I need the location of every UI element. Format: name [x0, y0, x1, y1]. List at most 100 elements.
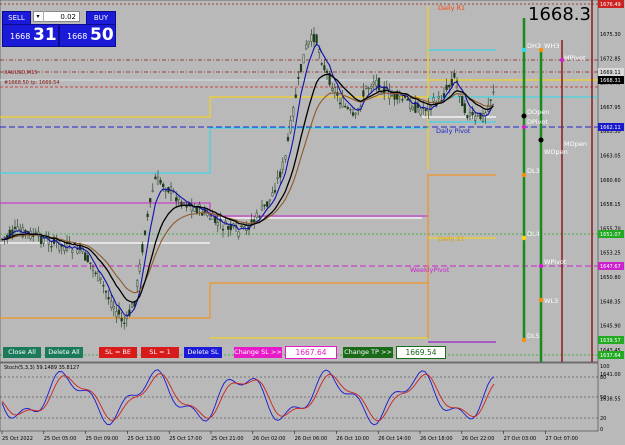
- sell-price-button[interactable]: 1668 31: [2, 24, 59, 47]
- price-tick-label: 1658.15: [600, 202, 621, 208]
- time-tick-label: 26 Oct 10:00: [336, 436, 369, 442]
- candle-body: [390, 95, 394, 97]
- candle-body: [474, 116, 477, 121]
- candle-body: [333, 87, 336, 93]
- wpivot-label: WPivot: [544, 258, 567, 266]
- buy-button[interactable]: BUY: [86, 11, 116, 25]
- sl-one-button[interactable]: SL = 1: [141, 347, 179, 358]
- candle-body: [255, 212, 258, 218]
- delete-all-button[interactable]: Delete All: [45, 347, 83, 358]
- candle-body: [445, 84, 448, 90]
- tp-value-field[interactable]: 1669.54: [396, 346, 446, 359]
- time-tick-label: 25 Oct 2022: [2, 436, 33, 442]
- time-tick-label: 26 Oct 22:00: [462, 436, 495, 442]
- price-tag-label: 1662.11: [600, 125, 621, 131]
- candle-body: [227, 226, 230, 230]
- price-chart[interactable]: Daily R1 Daily Pivot Daily S1 WeeklyPivo…: [0, 0, 625, 445]
- candle-body: [419, 108, 422, 115]
- candle-body: [297, 76, 300, 79]
- candle-body: [208, 218, 212, 220]
- candle-body: [302, 54, 305, 64]
- stochastic-tick-label: 20: [600, 416, 606, 422]
- candle-body: [164, 190, 167, 192]
- time-tick-label: 25 Oct 05:00: [44, 436, 77, 442]
- candle-body: [141, 244, 144, 253]
- price-tag-label: 1647.67: [600, 264, 621, 270]
- candle-body: [97, 271, 100, 282]
- candle-body: [351, 112, 355, 116]
- candle-body: [268, 199, 271, 202]
- candle-body: [284, 155, 287, 160]
- current-price-display: 1668.3: [528, 4, 591, 25]
- time-tick-label: 26 Oct 18:00: [420, 436, 453, 442]
- candle-body: [250, 219, 253, 223]
- candle-body: [463, 103, 466, 113]
- candle-body: [112, 306, 115, 309]
- candle-body: [346, 107, 349, 109]
- candle-body: [286, 136, 290, 141]
- candle-body: [138, 263, 141, 272]
- candle-body: [331, 88, 334, 91]
- candle-body: [237, 231, 240, 238]
- price-tick-label: 1645.90: [600, 324, 621, 330]
- candle-body: [276, 177, 279, 179]
- wopen-label: WOpen: [544, 148, 568, 156]
- price-tag-label: 1668.31: [600, 78, 621, 84]
- candle-body: [89, 262, 92, 264]
- candle-body: [177, 195, 180, 201]
- price-tag-label: 1639.57: [600, 338, 621, 344]
- sell-button[interactable]: SELL: [2, 11, 31, 25]
- candle-body: [367, 87, 370, 90]
- change-sl-button[interactable]: Change SL >>: [234, 347, 282, 358]
- candle-body: [104, 290, 108, 293]
- candle-body: [149, 198, 152, 203]
- dpivot-label: DPivot: [527, 118, 548, 126]
- daily-r1-label: Daily R1: [438, 4, 465, 12]
- candle-body: [182, 202, 186, 204]
- delete-sl-button[interactable]: Delete SL: [184, 347, 222, 358]
- sl-value-field[interactable]: 1667.64: [285, 346, 337, 359]
- candle-body: [307, 41, 310, 45]
- candle-body: [156, 176, 160, 185]
- symbol-line-label: XAUUSD,M15: [4, 70, 37, 76]
- candle-body: [42, 238, 45, 244]
- candle-body: [292, 107, 295, 117]
- close-all-button[interactable]: Close All: [3, 347, 41, 358]
- candle-body: [123, 322, 126, 324]
- candle-body: [260, 205, 264, 211]
- candle-body: [401, 99, 404, 101]
- candle-body: [107, 296, 110, 300]
- candle-body: [151, 190, 154, 192]
- weekly-pivot-label: WeeklyPivot: [410, 266, 450, 274]
- price-tick-label: 1667.95: [600, 105, 621, 111]
- candle-body: [240, 225, 243, 228]
- candle-body: [380, 92, 383, 94]
- candle-body: [468, 112, 472, 117]
- candle-body: [432, 97, 435, 102]
- candle-body: [481, 113, 485, 122]
- candle-body: [450, 78, 453, 86]
- candle-body: [453, 72, 456, 78]
- candle-body: [76, 249, 79, 254]
- lot-dropdown-icon[interactable]: ▾: [33, 11, 44, 22]
- candle-body: [281, 161, 284, 170]
- main-chart-area[interactable]: [0, 0, 599, 363]
- dopen-label: DOpen: [527, 108, 549, 116]
- candle-body: [99, 277, 102, 280]
- candle-body: [146, 213, 149, 218]
- buy-price-button[interactable]: 1668 50: [59, 24, 116, 47]
- candle-body: [84, 252, 87, 261]
- candle-body: [406, 98, 409, 101]
- candle-body: [120, 317, 123, 322]
- candle-body: [3, 236, 6, 239]
- candle-body: [50, 246, 53, 248]
- candle-body: [102, 285, 105, 287]
- candle-body: [115, 311, 118, 317]
- time-tick-label: 26 Oct 02:00: [253, 436, 286, 442]
- candle-body: [159, 179, 162, 184]
- candle-body: [117, 309, 121, 315]
- change-tp-button[interactable]: Change TP >>: [343, 347, 393, 358]
- sell-price-prefix: 1668: [10, 32, 31, 41]
- sl-breakeven-button[interactable]: SL = BE: [99, 347, 137, 358]
- mopen-label: MOpen: [564, 140, 587, 148]
